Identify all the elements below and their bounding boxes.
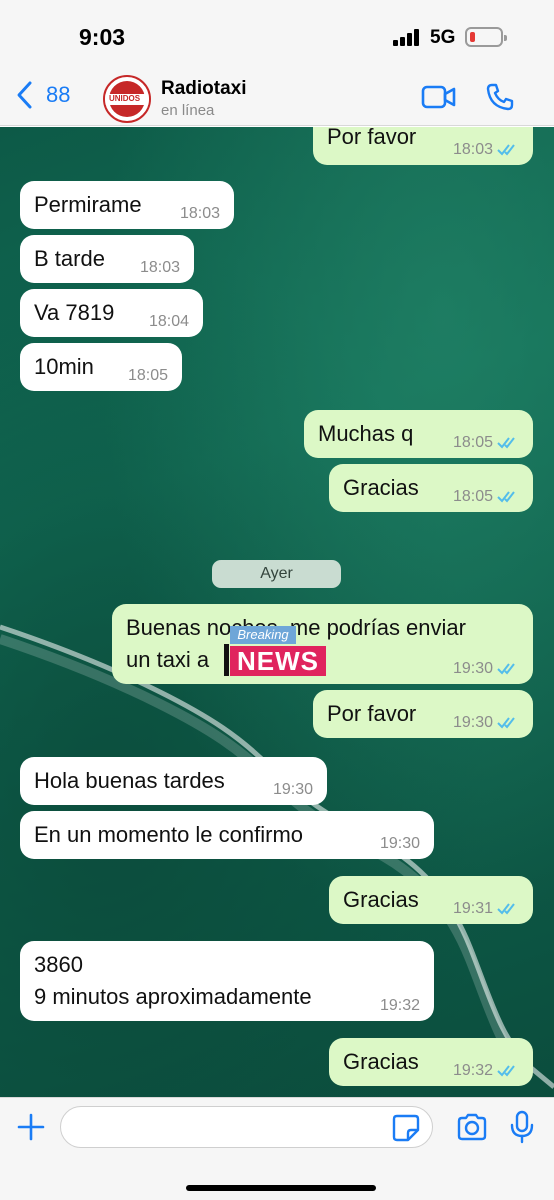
message-text: Por favor — [327, 127, 417, 149]
message-bubble[interactable]: Muchas q 18:05 — [304, 410, 533, 458]
avatar[interactable]: UNIDOS — [103, 75, 151, 123]
message-meta: 19:30 — [380, 835, 420, 853]
contact-status: en línea — [161, 102, 215, 119]
double-check-icon — [497, 144, 515, 156]
message-time: 19:30 — [452, 714, 493, 731]
signal-icon — [393, 29, 423, 46]
message-time: 18:03 — [179, 205, 220, 222]
message-time: 18:05 — [452, 488, 493, 505]
message-time: 19:30 — [379, 835, 420, 852]
double-check-icon — [497, 1065, 515, 1077]
message-text-line2: 9 minutos aproximadamente — [34, 984, 312, 1009]
message-time: 19:30 — [452, 660, 493, 677]
video-camera-icon[interactable] — [421, 84, 457, 110]
message-bubble[interactable]: 3860 9 minutos aproximadamente 19:32 — [20, 941, 434, 1021]
message-time: 19:32 — [379, 997, 420, 1014]
message-text: Hola buenas tardes — [34, 768, 225, 793]
day-separator: Ayer — [212, 560, 341, 588]
message-meta: 19:32 — [380, 997, 420, 1015]
message-time: 19:32 — [452, 1062, 493, 1079]
message-meta: 19:32 — [453, 1062, 519, 1080]
message-time: 18:03 — [452, 141, 493, 158]
message-input[interactable] — [60, 1106, 433, 1148]
chevron-left-icon — [17, 81, 32, 109]
message-text: 3860 — [34, 952, 83, 977]
double-check-icon — [497, 903, 515, 915]
battery-icon — [465, 27, 507, 47]
sticker-icon[interactable] — [392, 1114, 420, 1142]
message-text: En un momento le confirmo — [34, 822, 304, 847]
message-bubble[interactable]: 10min 18:05 — [20, 343, 182, 391]
message-bubble[interactable]: Hola buenas tardes 19:30 — [20, 757, 327, 805]
avatar-logo-text: UNIDOS — [109, 94, 141, 103]
message-bubble[interactable]: Por favor 19:30 — [313, 690, 533, 738]
message-meta: 19:30 — [453, 660, 519, 678]
message-bubble[interactable]: En un momento le confirmo 19:30 — [20, 811, 434, 859]
back-button[interactable]: 88 — [14, 80, 70, 110]
message-meta: 19:30 — [273, 781, 313, 799]
message-text: Va 7819 — [34, 300, 115, 325]
message-text: B tarde — [34, 246, 105, 271]
message-bubble[interactable]: Gracias 19:32 — [329, 1038, 533, 1086]
status-time: 9:03 — [79, 24, 126, 50]
message-bubble[interactable]: B tarde 18:03 — [20, 235, 194, 283]
microphone-icon[interactable] — [509, 1110, 535, 1144]
message-time: 19:31 — [452, 900, 493, 917]
home-indicator — [186, 1185, 376, 1191]
phone-icon[interactable] — [485, 82, 515, 112]
message-bubble[interactable]: Va 7819 18:04 — [20, 289, 203, 337]
camera-icon[interactable] — [456, 1112, 488, 1142]
plus-icon[interactable] — [16, 1112, 46, 1142]
chat-header: 88 UNIDOS Radiotaxi en línea — [0, 72, 554, 126]
message-time: 18:05 — [452, 434, 493, 451]
message-bubble[interactable]: Permirame 18:03 — [20, 181, 234, 229]
message-meta: 18:03 — [180, 205, 220, 223]
double-check-icon — [497, 717, 515, 729]
message-meta: 19:30 — [453, 714, 519, 732]
message-time: 18:03 — [139, 259, 180, 276]
network-label: 5G — [430, 27, 456, 48]
status-bar: 9:03 5G — [0, 0, 554, 72]
double-check-icon — [497, 663, 515, 675]
double-check-icon — [497, 491, 515, 503]
sticker-bottom-text: NEWS — [230, 646, 326, 676]
message-bubble[interactable]: Gracias 19:31 — [329, 876, 533, 924]
message-meta: 18:05 — [453, 434, 519, 452]
message-bubble[interactable]: Por favor 18:03 — [313, 127, 533, 165]
message-text: 10min — [34, 354, 94, 379]
sticker-top-text: Breaking — [230, 626, 296, 644]
message-time: 18:05 — [127, 367, 168, 384]
message-meta: 19:31 — [453, 900, 519, 918]
message-text: Gracias — [343, 475, 419, 500]
message-meta: 18:05 — [128, 367, 168, 385]
message-time: 18:04 — [148, 313, 189, 330]
unread-count: 88 — [46, 82, 71, 107]
message-text: Gracias — [343, 887, 419, 912]
breaking-news-sticker: Breaking NEWS — [224, 626, 326, 678]
message-text: Por favor — [327, 701, 417, 726]
message-text: Muchas q — [318, 421, 414, 446]
message-time: 19:30 — [272, 781, 313, 798]
message-text: Permirame — [34, 192, 142, 217]
message-meta: 18:03 — [453, 141, 519, 159]
contact-name[interactable]: Radiotaxi — [161, 78, 247, 100]
message-meta: 18:05 — [453, 488, 519, 506]
double-check-icon — [497, 437, 515, 449]
chat-area[interactable]: Por favor 18:03 Permirame 18:03 B tarde … — [0, 127, 554, 1097]
message-meta: 18:03 — [140, 259, 180, 277]
message-bubble[interactable]: Gracias 18:05 — [329, 464, 533, 512]
message-meta: 18:04 — [149, 313, 189, 331]
message-text: Gracias — [343, 1049, 419, 1074]
